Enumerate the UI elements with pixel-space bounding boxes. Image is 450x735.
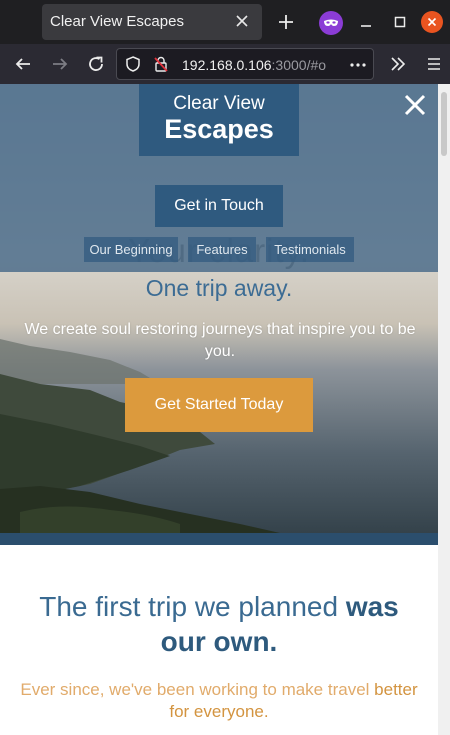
nav-link-testimonials[interactable]: Testimonials [266,237,354,262]
intro-subheading: Ever since, we've been working to make t… [20,679,418,723]
logo-line-2: Escapes [164,114,274,144]
nav-link-our-beginning[interactable]: Our Beginning [84,237,178,262]
new-tab-icon[interactable] [276,12,296,32]
intro-sub-light: Ever since, we've been working to make t… [20,680,375,699]
intro-section: The first trip we planned was our own. E… [0,545,438,735]
tab-title: Clear View Escapes [50,13,184,30]
window-close-icon[interactable] [421,11,443,33]
logo-line-1: Clear View [173,93,265,114]
hero-section: Clear View Escapes Get in Touch Your cla… [0,84,438,545]
tab-bar: Clear View Escapes [0,0,450,44]
private-mask-icon[interactable] [319,11,343,35]
navigation-bar: 192.168.0.106:3000/#o [0,44,450,84]
menu-close-icon[interactable] [403,93,427,117]
hero-bottom-band [0,533,438,545]
hero-description: We create soul restoring journeys that i… [24,321,416,360]
tab-close-icon[interactable] [232,11,252,31]
site-logo[interactable]: Clear View Escapes [139,84,299,156]
reload-icon[interactable] [84,52,108,76]
get-started-button[interactable]: Get Started Today [125,378,313,432]
hamburger-icon[interactable] [422,52,446,76]
page-viewport: Clear View Escapes Get in Touch Your cla… [0,84,450,735]
back-arrow-icon[interactable] [11,52,35,76]
nav-link-features[interactable]: Features [188,237,256,262]
url-host: 192.168.0.106 [182,57,272,73]
scrollbar-thumb[interactable] [441,92,447,156]
url-text[interactable]: 192.168.0.106:3000/#o [182,57,344,73]
shield-icon[interactable] [124,55,142,73]
browser-tab[interactable]: Clear View Escapes [42,4,262,40]
intro-heading: The first trip we planned was our own. [20,589,418,659]
chevrons-right-icon[interactable] [386,52,410,76]
page-scrollbar[interactable] [438,84,450,735]
hero-tagline: One trip away. [145,275,293,301]
url-bar[interactable]: 192.168.0.106:3000/#o [116,48,374,80]
minimize-icon[interactable] [356,12,376,32]
insecure-lock-icon[interactable] [152,55,170,73]
url-path: :3000/#o [271,57,327,73]
ellipsis-icon[interactable] [348,55,368,75]
maximize-icon[interactable] [390,12,410,32]
intro-heading-light: The first trip we planned [39,591,346,622]
get-in-touch-button[interactable]: Get in Touch [155,185,283,227]
forward-arrow-icon[interactable] [48,52,72,76]
